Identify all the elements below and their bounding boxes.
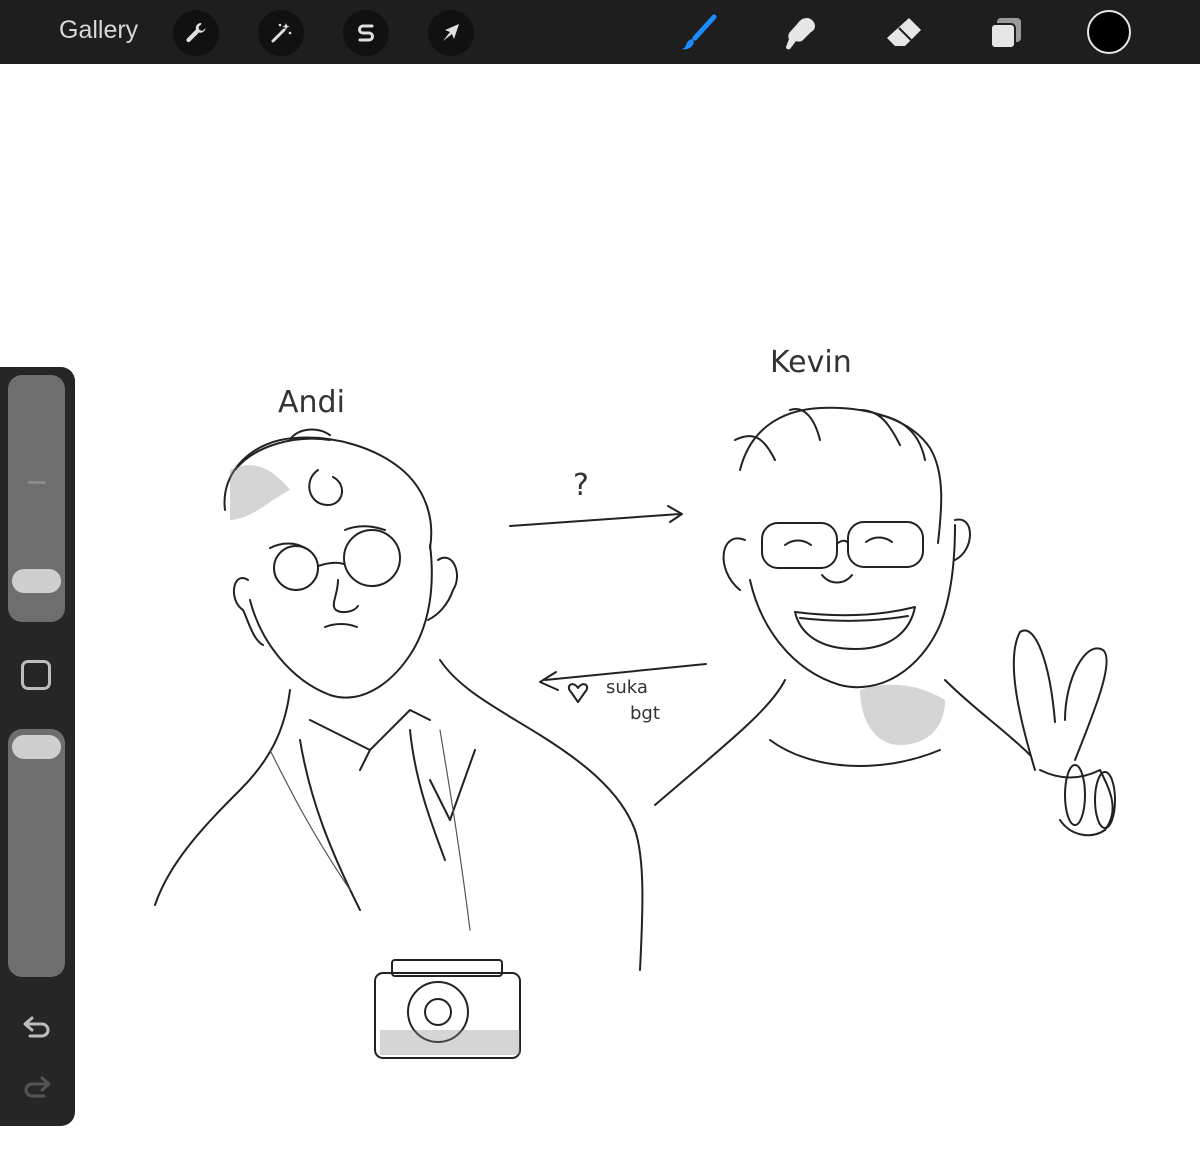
smudge-button[interactable] xyxy=(779,12,821,54)
color-picker-button[interactable] xyxy=(1087,10,1131,54)
layers-button[interactable] xyxy=(985,12,1027,54)
brush-icon xyxy=(681,14,717,50)
brush-button[interactable] xyxy=(678,12,720,54)
kevin-label: Kevin xyxy=(770,345,852,380)
eraser-button[interactable] xyxy=(883,12,925,54)
gallery-button[interactable]: Gallery xyxy=(59,16,138,45)
actions-button[interactable] xyxy=(173,10,219,56)
kevin-sketch xyxy=(654,406,1116,837)
drawing-canvas[interactable]: Andi Kevin ? suka bgt xyxy=(0,64,1200,1174)
magic-wand-icon xyxy=(271,23,292,43)
smudge-icon xyxy=(786,18,815,50)
note-bgt-label: bgt xyxy=(630,703,660,724)
note-suka-label: suka xyxy=(606,677,648,698)
arrow-cursor-icon xyxy=(443,24,459,41)
selection-s-icon xyxy=(358,24,374,42)
selection-button[interactable] xyxy=(343,10,389,56)
top-toolbar: Gallery xyxy=(0,0,1200,64)
arrow-right-sketch xyxy=(509,505,683,527)
wrench-icon xyxy=(186,22,206,43)
adjustments-button[interactable] xyxy=(258,10,304,56)
question-mark-label: ? xyxy=(573,468,589,503)
andi-sketch xyxy=(154,428,644,1059)
eraser-icon xyxy=(887,18,921,46)
transform-button[interactable] xyxy=(428,10,474,56)
layers-icon xyxy=(990,18,1021,49)
andi-label: Andi xyxy=(278,385,345,420)
